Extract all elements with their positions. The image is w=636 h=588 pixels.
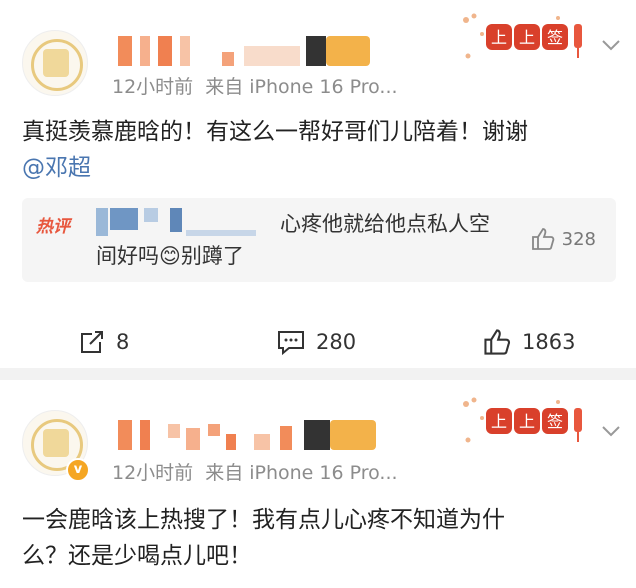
- badge-char-2: 上: [519, 28, 535, 47]
- mention-link[interactable]: @邓超: [22, 155, 91, 181]
- chevron-down-icon[interactable]: [600, 34, 622, 56]
- badge-char-1: 上: [491, 412, 507, 431]
- post-time: 12小时前: [112, 462, 194, 484]
- hot-comment-part-c: 别蹲了: [180, 244, 244, 268]
- hot-comment-part-b: 间好吗: [96, 244, 159, 268]
- repost-count: 8: [116, 330, 130, 354]
- like-button[interactable]: 1863: [482, 322, 575, 362]
- avatar[interactable]: [22, 30, 88, 96]
- verified-badge-icon: v: [66, 458, 90, 482]
- chevron-down-icon[interactable]: [600, 420, 622, 442]
- badge-char-1: 上: [491, 28, 507, 47]
- post-meta: 12小时前 来自 iPhone 16 Pro...: [112, 458, 398, 485]
- username-redacted[interactable]: [104, 36, 374, 66]
- hot-comment-text: 心疼他就给他点私人空 间好吗😊别蹲了: [96, 208, 516, 272]
- hot-comment-part-a: 心疼他就给他点私人空: [280, 212, 490, 236]
- badge-char-3: 签: [547, 28, 563, 47]
- post-time: 12小时前: [112, 76, 194, 98]
- weibo-post-card: 12小时前 来自 iPhone 16 Pro... 上 上 签 真挺羡慕鹿晗的！有…: [0, 0, 636, 368]
- post-source: 来自 iPhone 16 Pro...: [205, 76, 398, 98]
- hot-comment-box[interactable]: 热评 心疼他就给他点私人空 间好吗😊别蹲了 328: [22, 198, 616, 282]
- post-source: 来自 iPhone 16 Pro...: [205, 462, 398, 484]
- hot-comment-like[interactable]: 328: [530, 226, 596, 252]
- hot-comment-like-count: 328: [561, 228, 596, 250]
- post-text: 一会鹿晗该上热搜了！我有点儿心疼不知道为什 么？还是少喝点儿吧！: [22, 502, 612, 574]
- post-body: 真挺羡慕鹿晗的！有这么一帮好哥们儿陪着！谢谢: [22, 119, 528, 145]
- like-icon: [530, 226, 556, 252]
- post-body-line-1: 一会鹿晗该上热搜了！我有点儿心疼不知道为什: [22, 507, 505, 533]
- comment-count: 280: [316, 330, 357, 354]
- comment-button[interactable]: 280: [276, 322, 356, 362]
- hot-comment-tag: 热评: [36, 217, 70, 237]
- smile-emoji: 😊: [159, 244, 181, 268]
- comment-icon: [276, 328, 306, 356]
- fortune-badge: 上 上 签: [458, 394, 588, 448]
- like-icon: [482, 327, 512, 357]
- username-redacted[interactable]: [104, 420, 384, 450]
- fortune-badge: 上 上 签: [458, 10, 588, 64]
- badge-char-3: 签: [547, 412, 563, 431]
- like-count: 1863: [522, 330, 576, 354]
- post-meta: 12小时前 来自 iPhone 16 Pro...: [112, 72, 398, 99]
- post-body-line-2: 么？还是少喝点儿吧！: [22, 543, 252, 569]
- repost-button[interactable]: 8: [78, 322, 129, 362]
- badge-char-2: 上: [519, 412, 535, 431]
- post-actions: 8 280 1863: [0, 322, 636, 362]
- post-text: 真挺羡慕鹿晗的！有这么一帮好哥们儿陪着！谢谢 @邓超: [22, 114, 612, 186]
- repost-icon: [78, 328, 106, 356]
- weibo-post-card: v 12小时前 来自 iPhone 16 Pro... 上 上 签 一会鹿晗该上…: [0, 380, 636, 588]
